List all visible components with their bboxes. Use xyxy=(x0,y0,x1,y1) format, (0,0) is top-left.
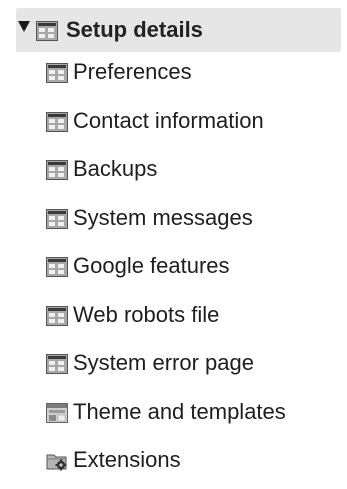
module-grid-icon xyxy=(46,208,68,229)
folder-gear-icon xyxy=(46,451,68,471)
tree-node-setup-details[interactable]: Setup details xyxy=(16,8,341,52)
tree-item-preferences[interactable]: Preferences xyxy=(16,52,341,101)
tree-item-label: Theme and templates xyxy=(73,398,286,424)
tree-item-system-messages[interactable]: System messages xyxy=(16,198,341,247)
tree-item-label: Web robots file xyxy=(73,301,220,327)
module-grid-icon xyxy=(46,257,68,277)
tree-item-label: System messages xyxy=(73,204,253,230)
module-grid-icon xyxy=(46,305,68,326)
tree-item-label: Google features xyxy=(73,253,230,278)
module-grid-icon xyxy=(46,63,68,83)
tree-item-web-robots-file[interactable]: Web robots file xyxy=(16,295,341,344)
tree-item-theme-and-templates[interactable]: Theme and templates xyxy=(16,392,341,441)
tree-item-contact-information[interactable]: Contact information xyxy=(16,101,341,150)
module-grid-icon xyxy=(46,160,68,180)
tree-item-extensions[interactable]: Extensions xyxy=(16,440,341,489)
tree-item-google-features[interactable]: Google features xyxy=(16,246,341,295)
module-grid-icon xyxy=(36,21,58,41)
module-grid-icon xyxy=(46,354,68,374)
tree-item-system-error-page[interactable]: System error page xyxy=(16,343,341,392)
module-grid-icon xyxy=(46,111,68,132)
tree-item-backups[interactable]: Backups xyxy=(16,149,341,198)
tree-item-label: Extensions xyxy=(73,447,181,472)
tree-item-label: Contact information xyxy=(73,107,264,133)
tree-node-label: Setup details xyxy=(66,17,203,42)
setup-tree: Setup details Preferences Contact inform… xyxy=(16,8,341,489)
tree-item-label: Preferences xyxy=(73,59,192,84)
template-window-icon xyxy=(46,402,68,423)
tree-item-label: System error page xyxy=(73,350,254,375)
tree-item-label: Backups xyxy=(73,156,158,181)
expand-caret-icon[interactable] xyxy=(18,21,30,32)
